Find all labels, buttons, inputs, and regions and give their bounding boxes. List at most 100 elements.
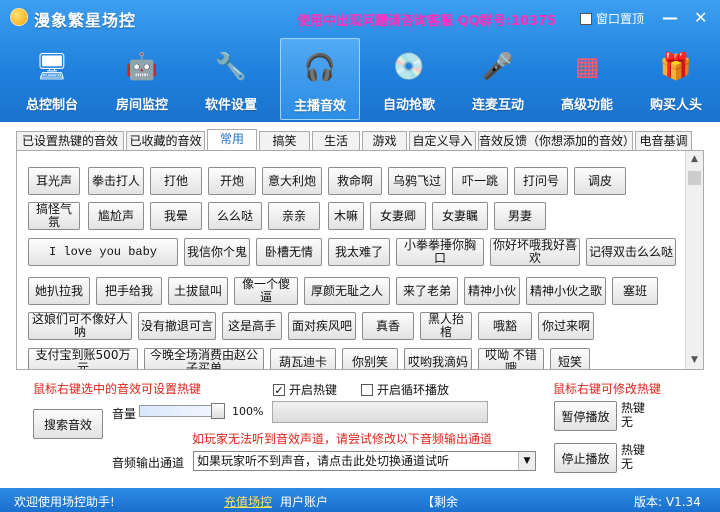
scroll-down-icon[interactable]: ▼ bbox=[686, 352, 703, 369]
sound-button[interactable]: 你好坏哦我好喜欢 bbox=[490, 238, 580, 266]
topmost-checkbox[interactable] bbox=[580, 12, 592, 25]
sound-button[interactable]: 你过来啊 bbox=[538, 312, 594, 340]
sound-button[interactable]: 意大利炮 bbox=[262, 167, 322, 195]
sound-button[interactable]: 乌鸦飞过 bbox=[388, 167, 446, 195]
sound-button[interactable]: 这娘们可不像好人呐 bbox=[28, 312, 132, 340]
nav-item-5[interactable]: 🎤 连麦互动 bbox=[458, 38, 538, 120]
nav-icon: 💿 bbox=[392, 52, 426, 82]
tab-2[interactable]: 常用 bbox=[207, 129, 257, 151]
nav-item-2[interactable]: 🔧 软件设置 bbox=[191, 38, 271, 120]
sound-button[interactable]: 葫瓦迪卡 bbox=[270, 348, 336, 369]
sound-button[interactable]: 么么哒 bbox=[208, 202, 262, 230]
sound-button[interactable]: 拳击打人 bbox=[88, 167, 144, 195]
sound-button[interactable]: 我信你个鬼 bbox=[184, 238, 250, 266]
nav-item-0[interactable]: 🖥 总控制台 bbox=[12, 38, 92, 120]
sound-button[interactable]: 没有撤退可言 bbox=[138, 312, 216, 340]
sound-category-tabs: 已设置热键的音效 已收藏的音效 常用 搞笑 生活 游戏 自定义导入 音效反馈（你想添加的音效）… bbox=[16, 129, 696, 151]
sound-button[interactable]: 黑人抬棺 bbox=[420, 312, 472, 340]
sound-button[interactable]: 真香 bbox=[362, 312, 414, 340]
sound-button[interactable]: 卧槽无情 bbox=[256, 238, 322, 266]
sound-button[interactable]: 像一个傻逼 bbox=[234, 277, 298, 305]
status-bar: 欢迎使用场控助手! 充值场控 用户账户 【剩余 版本: V1.34 bbox=[0, 488, 720, 512]
sound-button[interactable]: 打他 bbox=[150, 167, 202, 195]
enable-hotkey-label: 开启热键 bbox=[289, 383, 338, 397]
sound-button[interactable]: 女妻卿 bbox=[370, 202, 426, 230]
close-button[interactable]: ✕ bbox=[694, 8, 707, 27]
tab-1[interactable]: 已收藏的音效 bbox=[126, 131, 205, 151]
nav-item-7[interactable]: 🎁 购买人头 bbox=[636, 38, 716, 120]
stop-hotkey-info: 热键 无 bbox=[621, 443, 645, 471]
stop-playback-button[interactable]: 停止播放 bbox=[554, 443, 617, 473]
volume-label: 音量 bbox=[112, 407, 137, 421]
loop-play-toggle[interactable]: 开启循环播放 bbox=[361, 381, 449, 398]
sound-button[interactable]: 面对疾风吧 bbox=[288, 312, 356, 340]
tab-4[interactable]: 生活 bbox=[312, 131, 360, 151]
sound-button[interactable]: 精神小伙 bbox=[464, 277, 520, 305]
sound-button[interactable]: 把手给我 bbox=[96, 277, 162, 305]
sound-button[interactable]: 哎呦 不错哦 bbox=[478, 348, 544, 369]
sound-button[interactable]: 今晚全场消费由赵公子买单 bbox=[144, 348, 264, 369]
sound-button[interactable]: 哦豁 bbox=[478, 312, 532, 340]
account-link[interactable]: 用户账户 bbox=[280, 493, 328, 510]
tab-6[interactable]: 自定义导入 bbox=[409, 131, 476, 151]
stop-hotkey-value: 无 bbox=[621, 457, 634, 471]
sound-button[interactable]: 开炮 bbox=[208, 167, 256, 195]
loop-play-checkbox[interactable] bbox=[361, 383, 373, 396]
enable-hotkey-checkbox[interactable] bbox=[273, 383, 285, 396]
scroll-thumb[interactable] bbox=[688, 171, 701, 185]
panel-scrollbar[interactable]: ▲ ▼ bbox=[685, 151, 703, 369]
nav-item-1[interactable]: 🤖 房间监控 bbox=[102, 38, 182, 120]
enable-hotkey-toggle[interactable]: 开启热键 bbox=[273, 381, 337, 398]
sound-button[interactable]: 亲亲 bbox=[268, 202, 320, 230]
sound-button[interactable]: 搞怪气氛 bbox=[28, 202, 80, 230]
sound-button[interactable]: 男妻 bbox=[494, 202, 546, 230]
sound-button[interactable]: 尴尬声 bbox=[88, 202, 144, 230]
nav-item-3[interactable]: 🎧 主播音效 bbox=[280, 38, 360, 120]
sound-button[interactable]: 小拳拳捶你胸口 bbox=[396, 238, 484, 266]
sound-button-panel: ▲ ▼ 耳光声 拳击打人 打他 开炮 意大利炮 救命啊 乌鸦飞过 吓一跳 打问号 调皮搞怪气氛 尴尬… bbox=[16, 150, 704, 370]
sound-button[interactable]: 吓一跳 bbox=[452, 167, 508, 195]
sound-button[interactable]: 打问号 bbox=[514, 167, 568, 195]
output-channel-select[interactable]: 如果玩家听不到声音，请点击此处切换通道试听 ▼ bbox=[193, 451, 536, 471]
tab-5[interactable]: 游戏 bbox=[362, 131, 407, 151]
sound-button[interactable]: 支付宝到账500万元 bbox=[28, 348, 138, 369]
sound-button[interactable]: 耳光声 bbox=[28, 167, 80, 195]
sound-button[interactable]: 记得双击么么哒 bbox=[586, 238, 676, 266]
nav-item-6[interactable]: ▦ 高级功能 bbox=[547, 38, 627, 120]
sound-button[interactable]: 来了老弟 bbox=[396, 277, 458, 305]
sound-button[interactable]: 她扒拉我 bbox=[28, 277, 90, 305]
sound-button[interactable]: 救命啊 bbox=[328, 167, 382, 195]
sound-button[interactable]: 木嘛 bbox=[328, 202, 364, 230]
sound-button[interactable]: 我晕 bbox=[150, 202, 202, 230]
recharge-link[interactable]: 充值场控 bbox=[224, 493, 272, 510]
sound-button[interactable]: I love you baby bbox=[28, 238, 178, 266]
output-channel-label: 音频输出通道 bbox=[112, 456, 185, 470]
sound-button[interactable]: 塞班 bbox=[612, 277, 658, 305]
volume-slider-thumb[interactable] bbox=[211, 403, 225, 419]
tab-3[interactable]: 搞笑 bbox=[259, 131, 310, 151]
sound-button[interactable]: 精神小伙之歌 bbox=[526, 277, 606, 305]
sound-button[interactable]: 这是高手 bbox=[222, 312, 282, 340]
sound-button[interactable]: 哎哟我滴妈 bbox=[404, 348, 472, 369]
sound-button[interactable]: 厚颜无耻之人 bbox=[304, 277, 390, 305]
topmost-toggle[interactable]: 窗口置顶 bbox=[580, 10, 644, 27]
tab-8[interactable]: 电音基调 bbox=[635, 131, 692, 151]
sound-button[interactable]: 我太难了 bbox=[328, 238, 390, 266]
output-channel-value: 如果玩家听不到声音，请点击此处切换通道试听 bbox=[197, 454, 450, 468]
version-text: 版本: V1.34 bbox=[634, 495, 701, 509]
nav-label: 连麦互动 bbox=[471, 98, 524, 113]
sound-button[interactable]: 你别笑 bbox=[342, 348, 398, 369]
sound-button[interactable]: 土拔鼠叫 bbox=[168, 277, 228, 305]
minimize-button[interactable]: — bbox=[662, 8, 678, 27]
sound-button[interactable]: 调皮 bbox=[574, 167, 626, 195]
sound-button[interactable]: 短笑 bbox=[550, 348, 590, 369]
tab-7[interactable]: 音效反馈（你想添加的音效） bbox=[478, 131, 633, 151]
dropdown-arrow-icon[interactable]: ▼ bbox=[518, 452, 535, 470]
sound-button[interactable]: 女妻瞩 bbox=[432, 202, 488, 230]
nav-item-4[interactable]: 💿 自动抢歌 bbox=[369, 38, 449, 120]
search-sound-button[interactable]: 搜索音效 bbox=[33, 409, 103, 439]
tab-0[interactable]: 已设置热键的音效 bbox=[16, 131, 124, 151]
pause-hotkey-label: 热键 bbox=[621, 401, 646, 415]
scroll-up-icon[interactable]: ▲ bbox=[686, 151, 703, 168]
pause-playback-button[interactable]: 暂停播放 bbox=[554, 401, 617, 431]
